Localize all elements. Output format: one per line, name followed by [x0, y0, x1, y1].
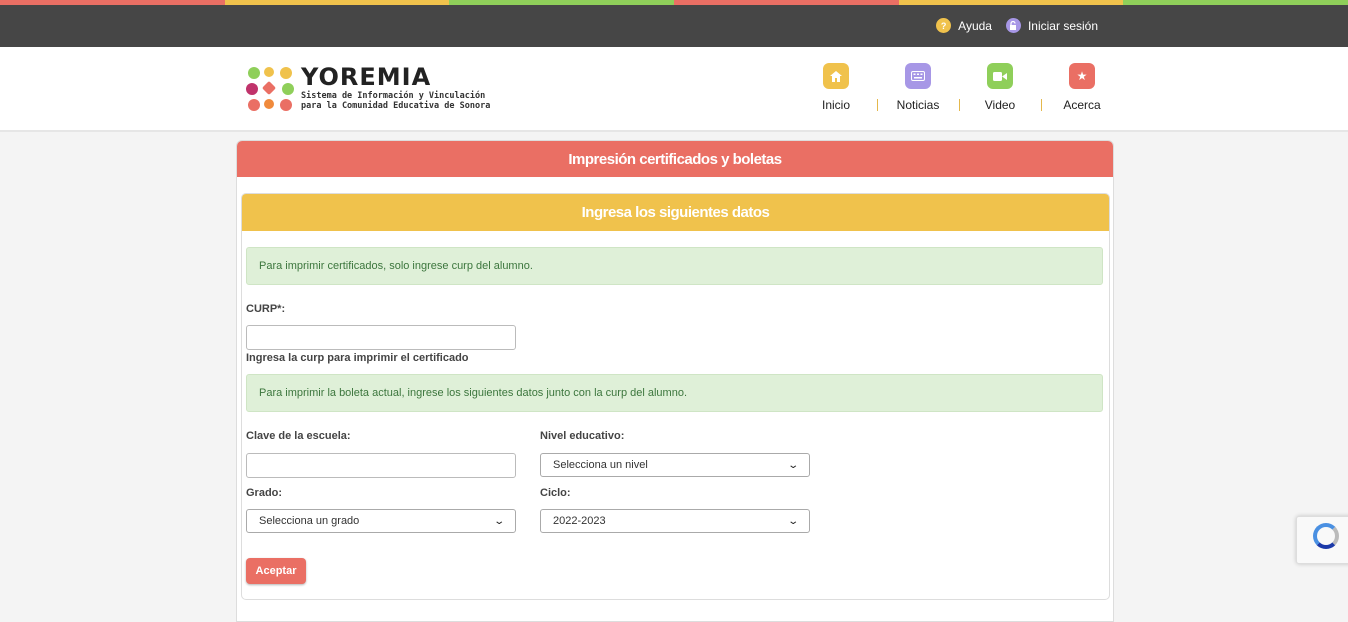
form-panel-title: Ingresa los siguientes datos	[242, 194, 1109, 231]
form-panel: Ingresa los siguientes datos Para imprim…	[241, 193, 1110, 600]
logo-mark-icon	[246, 65, 294, 113]
accept-button[interactable]: Aceptar	[246, 558, 306, 584]
nav-label-acerca: Acerca	[1063, 98, 1101, 112]
logo-subtitle-line1: Sistema de Información y Vinculación	[301, 91, 486, 101]
logo-title: YOREMIA	[301, 63, 432, 91]
login-link[interactable]: Iniciar sesión	[1005, 18, 1098, 33]
curp-label: CURP*:	[246, 303, 286, 315]
school-key-label: Clave de la escuela:	[246, 430, 351, 442]
video-camera-icon	[987, 63, 1013, 89]
boleta-info-alert: Para imprimir la boleta actual, ingrese …	[246, 374, 1103, 412]
login-label: Iniciar sesión	[1027, 18, 1098, 33]
cycle-select[interactable]: 2022-2023 ⌄	[540, 509, 810, 533]
cycle-value: 2022-2023	[553, 515, 606, 527]
star-icon: ★	[1069, 63, 1095, 89]
help-link[interactable]: ? Ayuda	[936, 18, 992, 33]
curp-help-text: Ingresa la curp para imprimir el certifi…	[246, 352, 469, 364]
grade-value: Selecciona un grado	[259, 515, 360, 527]
curp-input[interactable]	[246, 325, 516, 350]
nav-item-acerca[interactable]: ★ Acerca	[1041, 63, 1123, 112]
lock-icon	[1005, 18, 1021, 33]
recaptcha-icon	[1313, 523, 1339, 549]
certificate-info-alert: Para imprimir certificados, solo ingrese…	[246, 247, 1103, 285]
home-icon	[823, 63, 849, 89]
keyboard-icon	[905, 63, 931, 89]
nav-label-inicio: Inicio	[821, 98, 850, 112]
chevron-down-icon: ⌄	[786, 515, 799, 527]
recaptcha-badge[interactable]	[1296, 516, 1348, 564]
card-title: Impresión certificados y boletas	[237, 141, 1113, 177]
certificates-card: Impresión certificados y boletas Ingresa…	[236, 140, 1114, 622]
nav-label-noticias: Noticias	[896, 98, 940, 112]
cycle-label: Ciclo:	[540, 487, 571, 499]
nav-item-inicio[interactable]: Inicio	[795, 63, 877, 112]
yoremia-logo[interactable]: YOREMIA Sistema de Información y Vincula…	[246, 65, 490, 113]
nav-item-video[interactable]: Video	[959, 63, 1041, 112]
education-level-select[interactable]: Selecciona un nivel ⌄	[540, 453, 810, 477]
color-stripe	[0, 0, 1348, 5]
logo-subtitle-line2: para la Comunidad Educativa de Sonora	[301, 101, 491, 111]
chevron-down-icon: ⌄	[492, 515, 505, 527]
education-level-value: Selecciona un nivel	[553, 459, 648, 471]
nav-label-video: Video	[984, 98, 1016, 112]
grade-label: Grado:	[246, 487, 283, 499]
site-header: YOREMIA Sistema de Información y Vincula…	[0, 47, 1348, 132]
education-level-label: Nivel educativo:	[540, 430, 625, 442]
help-label: Ayuda	[958, 18, 992, 33]
chevron-down-icon: ⌄	[786, 459, 799, 471]
grade-select[interactable]: Selecciona un grado ⌄	[246, 509, 516, 533]
question-icon: ?	[936, 18, 952, 33]
main-nav: Inicio Noticias Video ★ Acerca	[795, 63, 1123, 112]
school-key-input[interactable]	[246, 453, 516, 478]
top-bar: ? Ayuda Iniciar sesión	[0, 0, 1348, 47]
nav-item-noticias[interactable]: Noticias	[877, 63, 959, 112]
